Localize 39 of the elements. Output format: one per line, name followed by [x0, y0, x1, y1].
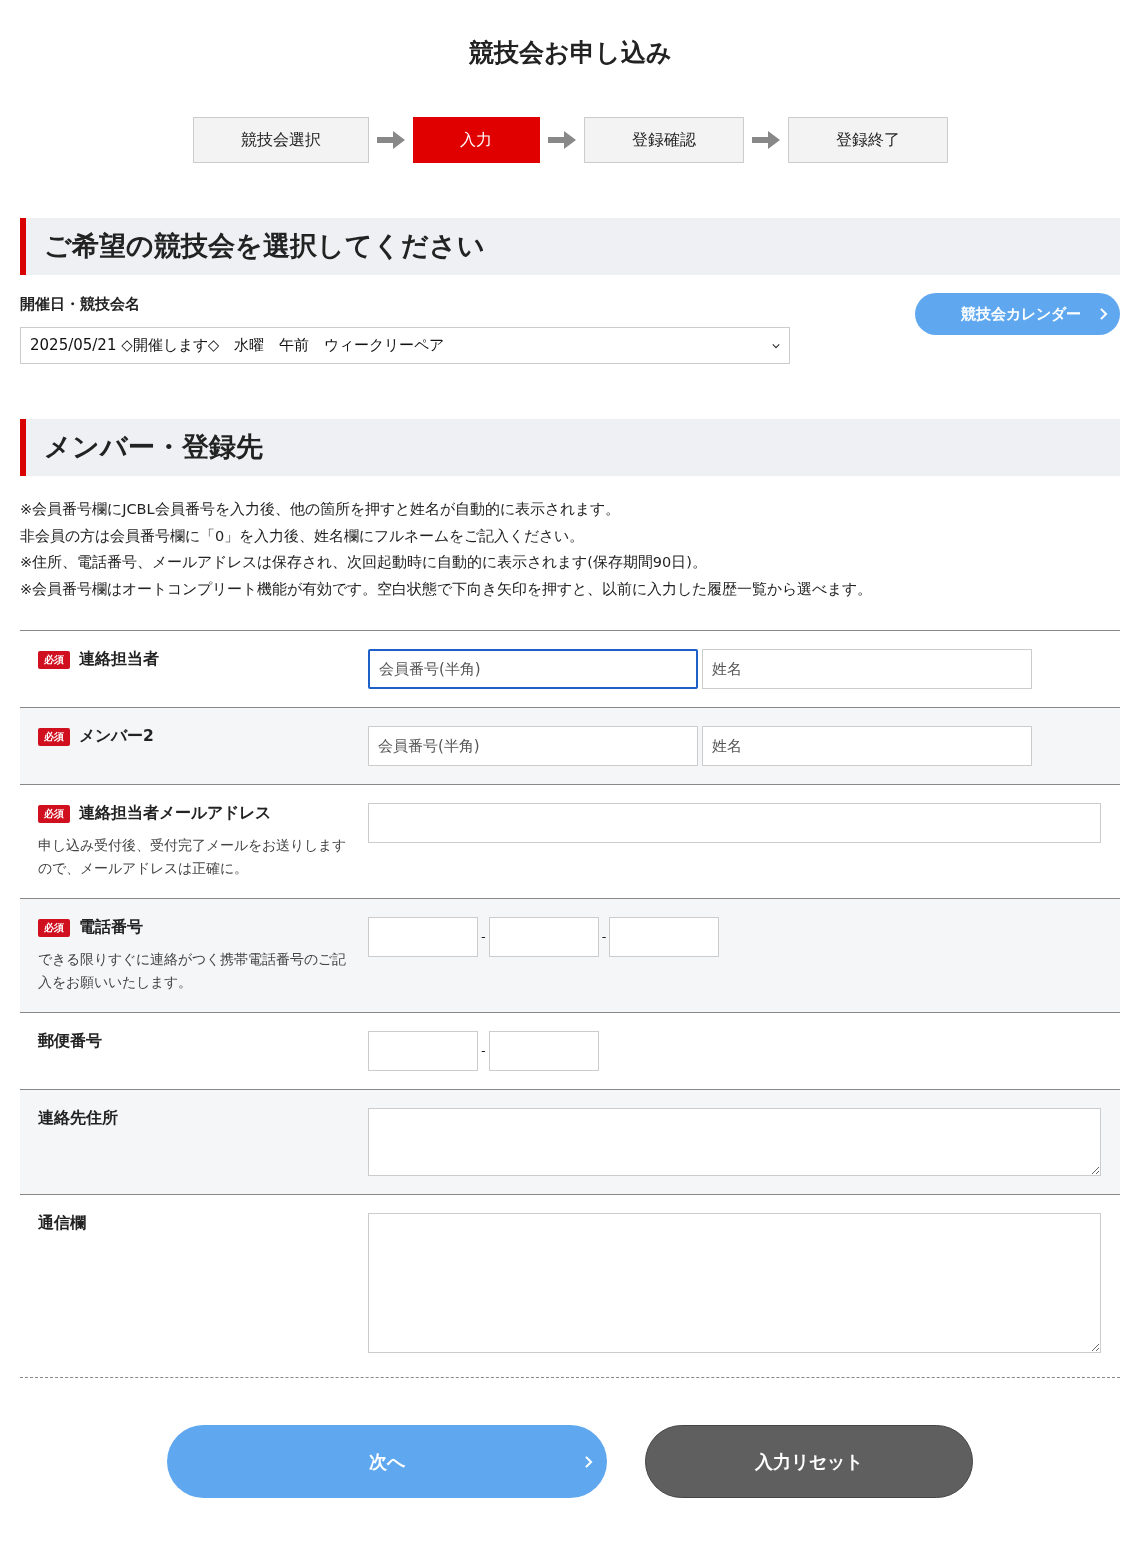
separator-text: -	[480, 1042, 487, 1060]
separator-text: -	[600, 928, 608, 946]
notice-text: 非会員の方は会員番号欄に「0」を入力後、姓名欄にフルネームをご記入ください。	[20, 526, 586, 546]
step-indicator: 競技会選択	[192, 117, 369, 163]
row-label: 連絡担当者メールアドレス	[79, 803, 271, 825]
chevron-icon	[1099, 308, 1108, 320]
event-select[interactable]: 2025/05/21 ◇開催します◇ 水曜 午前 ウィークリーペア	[20, 327, 790, 364]
text-area[interactable]	[368, 1213, 1101, 1353]
step-indicator: 登録終了	[787, 117, 948, 163]
row-label: 電話番号	[79, 917, 143, 939]
row-label: 郵便番号	[38, 1031, 102, 1053]
row-label: 連絡担当者	[79, 649, 159, 671]
chevron-icon	[584, 1455, 593, 1468]
required-badge: 必須	[38, 919, 70, 937]
reset-button[interactable]: 入力リセット	[645, 1425, 973, 1498]
required-badge: 必須	[38, 805, 70, 823]
step-indicator: 入力	[412, 117, 540, 163]
section-heading: ご希望の競技会を選択してください	[44, 229, 485, 264]
field-label: 開催日・競技会名	[20, 294, 141, 315]
row-label: 連絡先住所	[38, 1108, 118, 1130]
help-text: できる限りすぐに連絡がつく携帯電話番号のご記入をお願いいたします。	[38, 950, 347, 992]
text-area[interactable]	[368, 1108, 1101, 1176]
caret-icon	[772, 342, 780, 349]
row-label: 通信欄	[38, 1213, 86, 1235]
arrow-icon	[751, 131, 780, 149]
input-field[interactable]: 会員番号(半角)	[368, 649, 698, 689]
required-badge: 必須	[38, 728, 70, 746]
arrow-icon	[547, 131, 576, 149]
required-badge: 必須	[38, 651, 70, 669]
separator-text: -	[480, 928, 487, 946]
row-label: メンバー2	[79, 726, 154, 748]
help-text: 申し込み受付後、受付完了メールをお送りしますので、メールアドレスは正確に。	[38, 836, 347, 878]
notice-text: ※会員番号欄にJCBL会員番号を入力後、他の箇所を押すと姓名が自動的に表示されます。	[20, 500, 621, 519]
section-heading: メンバー・登録先	[44, 430, 263, 465]
step-indicator: 登録確認	[583, 117, 744, 163]
notice-text: ※会員番号欄はオートコンプリート機能が有効です。空白状態で下向き矢印を押すと、以前に入力した履歴一覧から選べます。	[20, 579, 874, 599]
page-title: 競技会お申し込み	[467, 37, 673, 69]
notice-text: ※住所、電話番号、メールアドレスは保存され、次回起動時に自動的に表示されます(保存期間90日)。	[20, 553, 708, 572]
arrow-icon	[376, 131, 405, 149]
